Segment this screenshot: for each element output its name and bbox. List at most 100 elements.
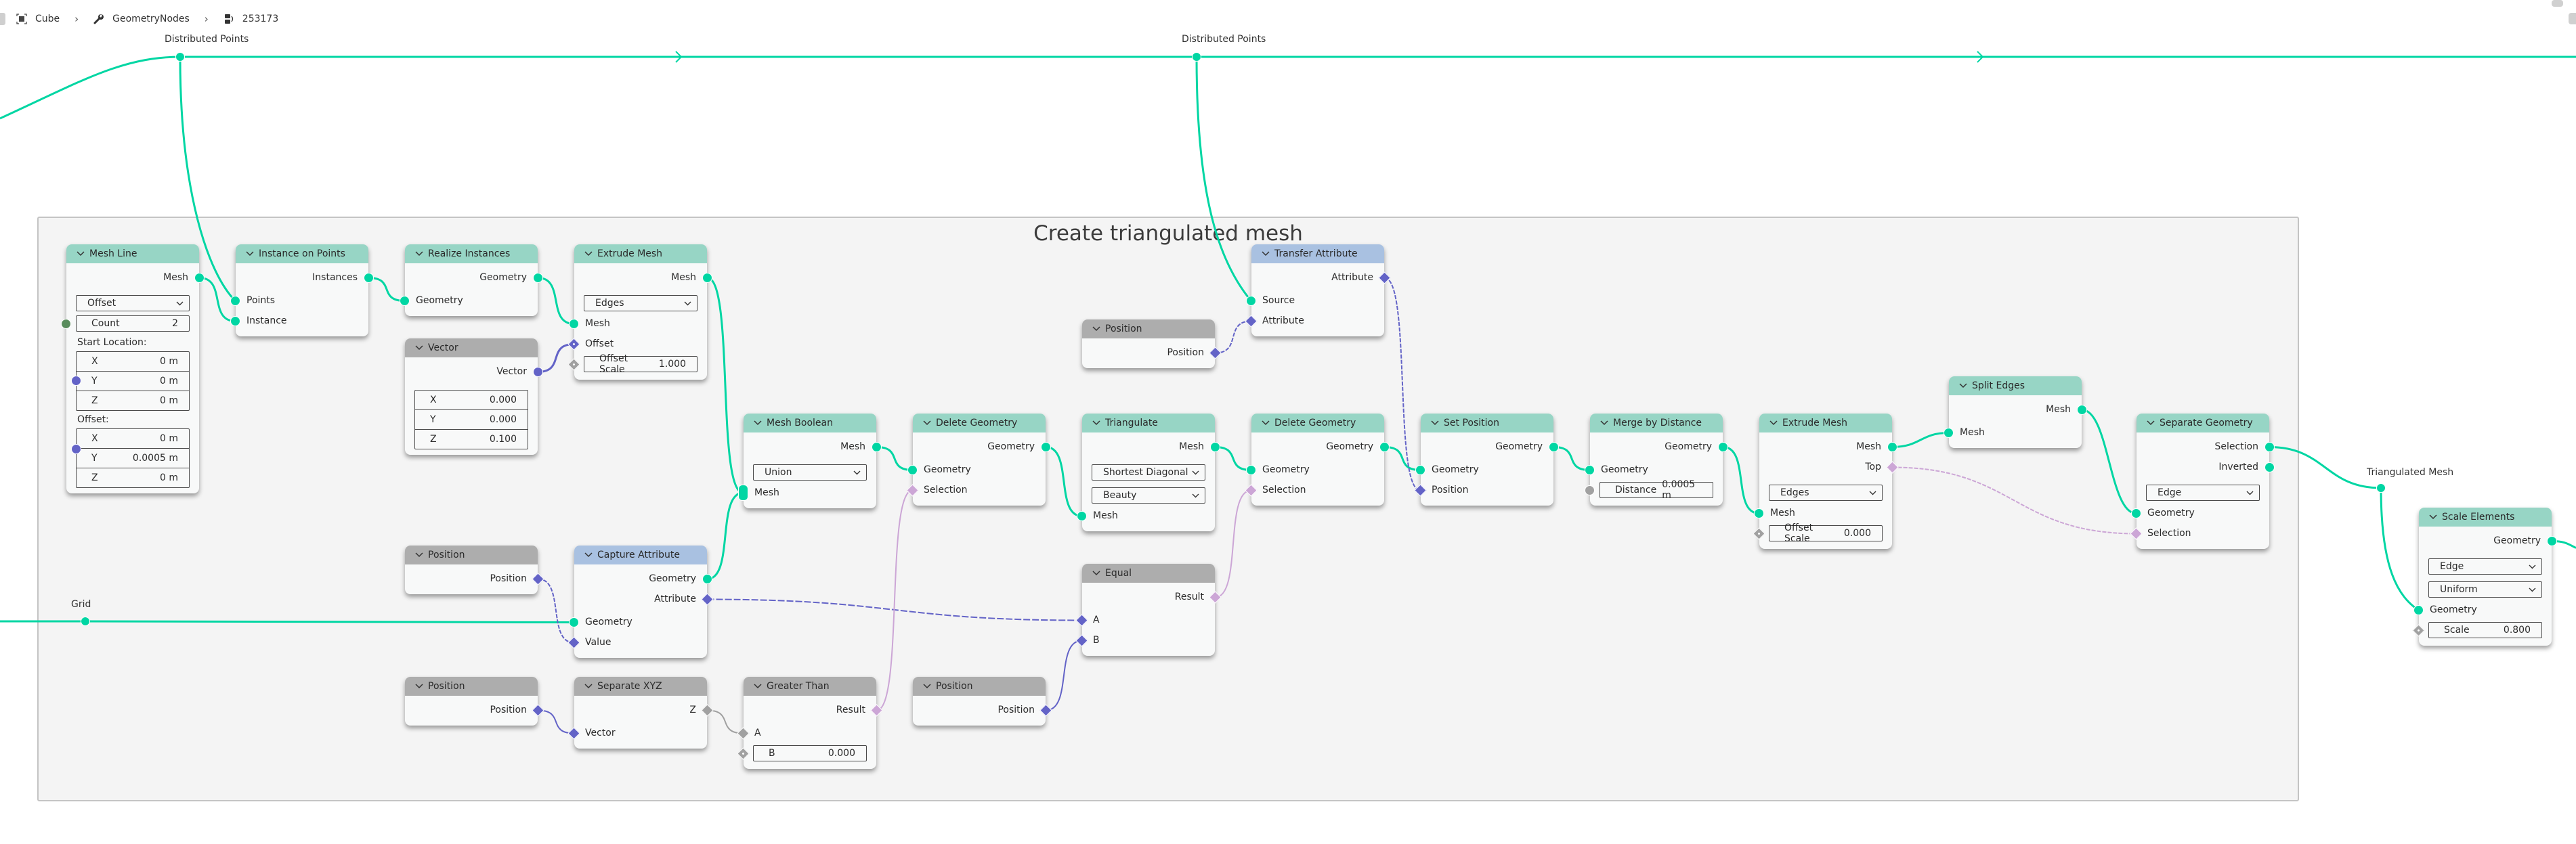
node-separate-geometry[interactable]: Separate Geometry Selection Inverted Edg…: [2130, 414, 2275, 549]
node-header[interactable]: Greater Than: [744, 677, 876, 696]
b-field[interactable]: B 0.000: [753, 745, 867, 761]
sidebar-region-toggle[interactable]: [2569, 13, 2576, 24]
input-socket-count[interactable]: [61, 319, 71, 329]
chevron-down-icon[interactable]: [584, 552, 593, 558]
input-socket-mesh[interactable]: [1077, 511, 1087, 521]
count-field[interactable]: Count 2: [76, 315, 190, 332]
quad-method-dropdown[interactable]: Shortest Diagonal: [1092, 464, 1205, 481]
node-equal[interactable]: Equal Result A B: [1075, 564, 1222, 656]
chevron-down-icon[interactable]: [245, 250, 255, 257]
input-socket-geometry[interactable]: [2131, 508, 2141, 518]
output-socket-selection[interactable]: [2264, 442, 2275, 452]
output-socket-geometry[interactable]: [533, 273, 543, 283]
node-header[interactable]: Capture Attribute: [574, 546, 707, 564]
input-socket-distance[interactable]: [1585, 485, 1595, 495]
output-socket-geometry[interactable]: [2547, 536, 2557, 546]
node-extrude-mesh[interactable]: Extrude Mesh Mesh Edges Mesh Offset Offs…: [567, 244, 712, 380]
output-socket-mesh[interactable]: [872, 442, 882, 452]
input-socket-offset[interactable]: [71, 444, 81, 454]
node-header[interactable]: Delete Geometry: [913, 414, 1046, 432]
chevron-down-icon[interactable]: [2146, 420, 2155, 426]
output-socket-geometry[interactable]: [702, 574, 712, 584]
mode-dropdown[interactable]: Offset: [76, 295, 190, 311]
ngon-method-dropdown[interactable]: Beauty: [1092, 487, 1205, 504]
input-socket-geometry[interactable]: [1415, 465, 1425, 475]
node-header[interactable]: Delete Geometry: [1251, 414, 1384, 432]
node-extrude-mesh[interactable]: Extrude Mesh Mesh Top Edges Mesh Offset …: [1753, 414, 1899, 549]
node-header[interactable]: Mesh Line: [66, 244, 199, 263]
chevron-down-icon[interactable]: [1092, 326, 1101, 332]
input-socket-points[interactable]: [230, 296, 240, 306]
node-vector[interactable]: Vector Vector X 0.000 Y 0.000 Z 0.100: [405, 338, 543, 455]
node-transfer-attribute[interactable]: Transfer Attribute Attribute Source Attr…: [1245, 244, 1391, 336]
node-header[interactable]: Position: [1082, 319, 1215, 338]
output-socket-mesh[interactable]: [1210, 442, 1220, 452]
distance-field[interactable]: Distance 0.0005 m: [1600, 479, 1713, 501]
chevron-down-icon[interactable]: [1092, 570, 1101, 577]
link-incoming-distributed-points[interactable]: [0, 55, 181, 120]
scale-mode-dropdown[interactable]: Uniform: [2428, 581, 2542, 598]
node-header[interactable]: Instance on Points: [236, 244, 368, 263]
node-header[interactable]: Position: [405, 677, 538, 696]
chevron-down-icon[interactable]: [1261, 420, 1270, 426]
node-delete-geometry[interactable]: Delete Geometry Geometry Geometry Select…: [1245, 414, 1390, 506]
node-separate-xyz[interactable]: Separate XYZ Z Vector: [567, 677, 714, 749]
chevron-down-icon[interactable]: [414, 250, 424, 257]
vector-field-z[interactable]: Z 0.100: [415, 430, 528, 449]
node-realize-instances[interactable]: Realize Instances Geometry Geometry: [400, 244, 543, 316]
input-socket-scale[interactable]: [2412, 624, 2425, 637]
domain-dropdown[interactable]: Edge: [2428, 558, 2542, 575]
chevron-down-icon[interactable]: [584, 250, 593, 257]
breadcrumb-item-object[interactable]: Cube: [16, 14, 60, 24]
node-greater-than[interactable]: Greater Than Result A B 0.000: [737, 677, 883, 769]
output-socket-mesh[interactable]: [2077, 405, 2087, 415]
node-capture-attribute[interactable]: Capture Attribute Geometry Attribute Geo…: [567, 546, 714, 658]
vector-field-y[interactable]: Y 0.0005 m: [77, 449, 189, 468]
reroute-node[interactable]: [1192, 52, 1201, 62]
node-delete-geometry[interactable]: Delete Geometry Geometry Geometry Select…: [906, 414, 1051, 506]
input-socket-mesh-multi[interactable]: [738, 485, 748, 501]
input-socket-geometry[interactable]: [1246, 465, 1256, 475]
output-socket-geometry[interactable]: [1718, 442, 1728, 452]
node-header[interactable]: Triangulate: [1082, 414, 1215, 432]
node-header[interactable]: Equal: [1082, 564, 1215, 583]
chevron-down-icon[interactable]: [753, 683, 763, 690]
node-triangulate[interactable]: Triangulate Mesh Shortest Diagonal Beaut…: [1077, 414, 1220, 531]
offset-scale-field[interactable]: Offset Scale 1.000: [584, 353, 697, 375]
node-set-position[interactable]: Set Position Geometry Geometry Position: [1414, 414, 1559, 506]
chevron-down-icon[interactable]: [922, 683, 932, 690]
arrow-marker[interactable]: [675, 51, 683, 63]
node-header[interactable]: Position: [405, 546, 538, 564]
node-header[interactable]: Mesh Boolean: [744, 414, 876, 432]
node-header[interactable]: Vector: [405, 338, 538, 357]
operation-dropdown[interactable]: Union: [753, 464, 867, 481]
node-instance-on-points[interactable]: Instance on Points Instances Points Inst…: [230, 244, 374, 336]
offset-fields[interactable]: X 0 m Y 0.0005 m Z 0 m: [71, 428, 190, 488]
output-socket-geometry[interactable]: [1379, 442, 1390, 452]
input-socket-geometry[interactable]: [400, 296, 410, 306]
chevron-down-icon[interactable]: [584, 683, 593, 690]
node-position[interactable]: Position Position: [1082, 319, 1222, 368]
chevron-down-icon[interactable]: [414, 683, 424, 690]
chevron-down-icon[interactable]: [1430, 420, 1440, 426]
chevron-down-icon[interactable]: [414, 552, 424, 558]
output-socket-mesh[interactable]: [702, 273, 712, 283]
offset-scale-field[interactable]: Offset Scale 0.000: [1769, 523, 1883, 544]
chevron-down-icon[interactable]: [76, 250, 85, 257]
node-header[interactable]: Transfer Attribute: [1251, 244, 1384, 263]
node-header[interactable]: Set Position: [1421, 414, 1553, 432]
output-socket-geometry[interactable]: [1549, 442, 1559, 452]
vector-field-z[interactable]: Z 0 m: [77, 391, 189, 410]
vector-field-y[interactable]: Y 0 m: [77, 372, 189, 391]
breadcrumb-item-node-tree[interactable]: 253173: [223, 14, 278, 24]
breadcrumb-item-modifier[interactable]: GeometryNodes: [93, 14, 190, 24]
input-socket-geometry[interactable]: [569, 617, 579, 627]
node-header[interactable]: Extrude Mesh: [1759, 414, 1892, 432]
input-socket-instance[interactable]: [230, 316, 240, 326]
mode-dropdown[interactable]: Edges: [1769, 485, 1883, 501]
node-mesh-line[interactable]: Mesh Line Mesh Offset Count 2 Start Locat…: [61, 244, 205, 493]
output-socket-inverted[interactable]: [2264, 462, 2275, 472]
node-header[interactable]: Separate XYZ: [574, 677, 707, 696]
header-region-toggle[interactable]: [2552, 0, 2563, 7]
chevron-down-icon[interactable]: [2428, 514, 2438, 520]
